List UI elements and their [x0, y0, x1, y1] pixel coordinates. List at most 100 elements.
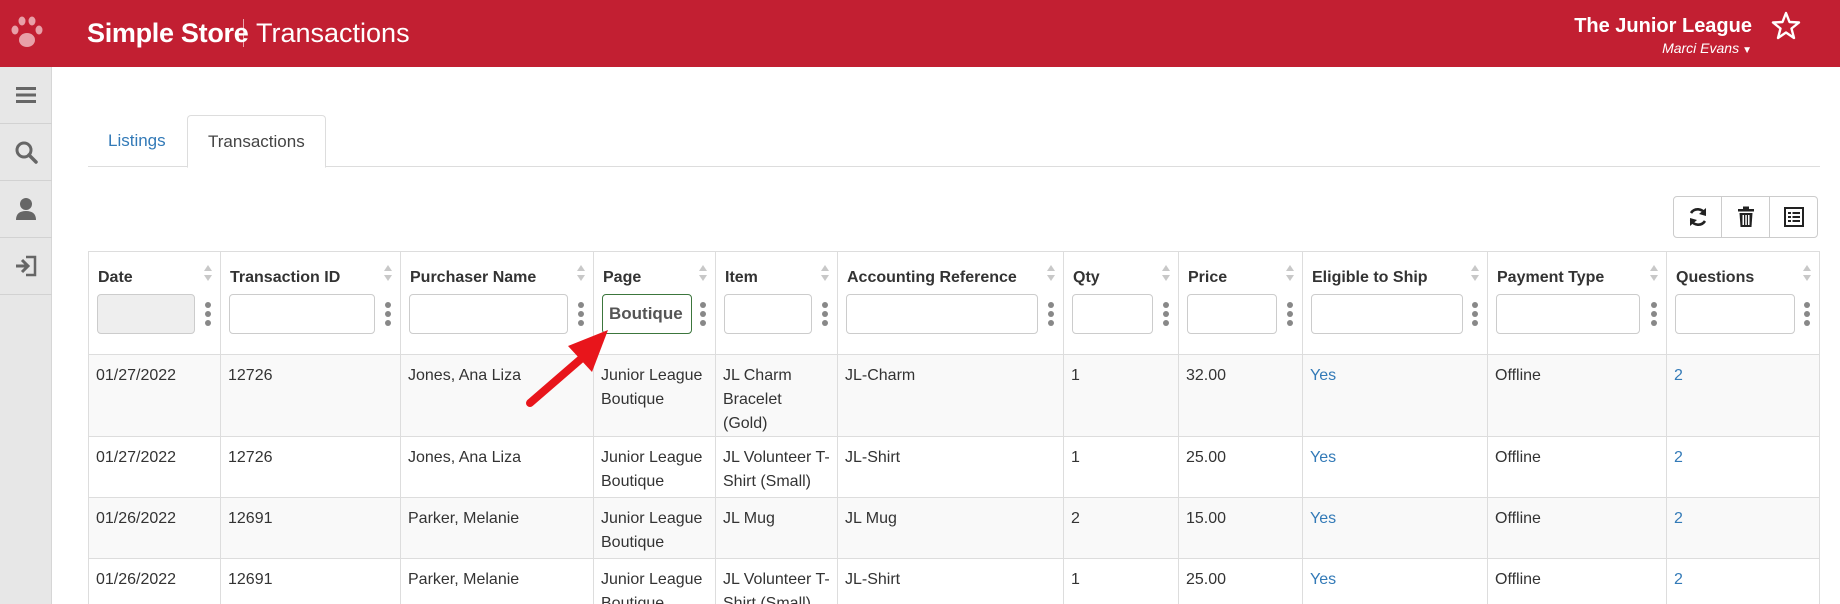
sort-icon[interactable]: [698, 264, 708, 282]
cell-payment-type: Offline: [1487, 354, 1667, 437]
menu-icon: [16, 87, 36, 103]
sort-icon[interactable]: [820, 264, 830, 282]
kebab-menu-icon[interactable]: [1803, 301, 1811, 327]
user-name: Marci Evans: [1662, 40, 1740, 56]
kebab-menu-icon[interactable]: [821, 301, 829, 327]
kebab-menu-icon[interactable]: [384, 301, 392, 327]
sort-icon[interactable]: [1470, 264, 1480, 282]
cell-page: Junior League Boutique: [593, 436, 716, 498]
column-label: Accounting Reference: [847, 269, 1017, 286]
sidebar-item-user[interactable]: [0, 181, 52, 238]
table-row[interactable]: 01/26/2022 12691 Parker, Melanie Junior …: [88, 558, 1820, 604]
kebab-menu-icon[interactable]: [699, 301, 707, 327]
column-header-eligible-to-ship[interactable]: Eligible to Ship: [1302, 251, 1488, 355]
app-name[interactable]: Simple Store: [87, 18, 249, 49]
column-header-accounting-reference[interactable]: Accounting Reference: [837, 251, 1064, 355]
column-header-questions[interactable]: Questions: [1666, 251, 1820, 355]
sort-icon[interactable]: [1802, 264, 1812, 282]
kebab-menu-icon[interactable]: [577, 301, 585, 327]
accounting-reference-filter-input[interactable]: [846, 294, 1038, 334]
kebab-menu-icon[interactable]: [1047, 301, 1055, 327]
qty-filter-input[interactable]: [1072, 294, 1153, 334]
filter-cell: [724, 294, 829, 334]
cell-transaction-id: 12691: [220, 558, 401, 604]
column-header-item[interactable]: Item: [715, 251, 838, 355]
tab-bar: Listings Transactions: [88, 115, 1820, 168]
cell-date: 01/26/2022: [88, 558, 221, 604]
cell-date: 01/26/2022: [88, 497, 221, 559]
paw-icon[interactable]: [10, 14, 44, 50]
user-menu[interactable]: Marci Evans ▼: [1662, 40, 1752, 56]
column-label: Date: [98, 269, 133, 286]
cell-price: 15.00: [1178, 497, 1303, 559]
questions-link[interactable]: 2: [1666, 497, 1820, 559]
payment-type-filter-input[interactable]: [1496, 294, 1640, 334]
page-filter-input[interactable]: Boutique: [602, 294, 692, 334]
cell-page: Junior League Boutique: [593, 354, 716, 437]
filter-cell: [409, 294, 585, 334]
tab-listings[interactable]: Listings: [88, 115, 186, 167]
sidebar-item-search[interactable]: [0, 124, 52, 181]
refresh-button[interactable]: [1673, 196, 1722, 238]
cell-payment-type: Offline: [1487, 558, 1667, 604]
column-label: Transaction ID: [230, 269, 341, 286]
column-label: Item: [725, 269, 758, 286]
filter-cell: [1496, 294, 1658, 334]
eligible-to-ship-link[interactable]: Yes: [1302, 497, 1488, 559]
column-label: Payment Type: [1497, 269, 1605, 286]
brand-divider: [243, 19, 244, 47]
sort-icon[interactable]: [1649, 264, 1659, 282]
column-header-transaction-id[interactable]: Transaction ID: [220, 251, 401, 355]
eligible-to-ship-link[interactable]: Yes: [1302, 354, 1488, 437]
filter-cell: [1072, 294, 1170, 334]
filter-cell: Boutique: [602, 294, 707, 334]
column-header-price[interactable]: Price: [1178, 251, 1303, 355]
column-header-payment-type[interactable]: Payment Type: [1487, 251, 1667, 355]
search-icon: [15, 141, 38, 164]
column-label: Purchaser Name: [410, 269, 537, 286]
item-filter-input[interactable]: [724, 294, 812, 334]
cell-price: 25.00: [1178, 558, 1303, 604]
column-header-page[interactable]: Page Boutique: [593, 251, 716, 355]
cell-payment-type: Offline: [1487, 436, 1667, 498]
sort-icon[interactable]: [1046, 264, 1056, 282]
delete-button[interactable]: [1721, 196, 1770, 238]
sort-icon[interactable]: [576, 264, 586, 282]
questions-link[interactable]: 2: [1666, 558, 1820, 604]
date-filter-input[interactable]: [97, 294, 195, 334]
sort-icon[interactable]: [1285, 264, 1295, 282]
eligible-to-ship-link[interactable]: Yes: [1302, 436, 1488, 498]
sidebar-item-menu[interactable]: [0, 67, 52, 124]
table-row[interactable]: 01/27/2022 12726 Jones, Ana Liza Junior …: [88, 436, 1820, 498]
kebab-menu-icon[interactable]: [204, 301, 212, 327]
export-list-icon: [1783, 207, 1804, 227]
kebab-menu-icon[interactable]: [1286, 301, 1294, 327]
column-header-date[interactable]: Date: [88, 251, 221, 355]
questions-link[interactable]: 2: [1666, 354, 1820, 437]
sort-icon[interactable]: [1161, 264, 1171, 282]
eligible-to-ship-filter-input[interactable]: [1311, 294, 1463, 334]
export-button[interactable]: [1769, 196, 1818, 238]
star-icon[interactable]: [1770, 10, 1802, 42]
kebab-menu-icon[interactable]: [1650, 301, 1658, 327]
questions-filter-input[interactable]: [1675, 294, 1795, 334]
filter-cell: [229, 294, 392, 334]
column-header-qty[interactable]: Qty: [1063, 251, 1179, 355]
column-header-purchaser-name[interactable]: Purchaser Name: [400, 251, 594, 355]
transaction-id-filter-input[interactable]: [229, 294, 375, 334]
kebab-menu-icon[interactable]: [1471, 301, 1479, 327]
tab-transactions[interactable]: Transactions: [187, 115, 326, 168]
sort-icon[interactable]: [203, 264, 213, 282]
eligible-to-ship-link[interactable]: Yes: [1302, 558, 1488, 604]
table-row[interactable]: 01/27/2022 12726 Jones, Ana Liza Junior …: [88, 354, 1820, 437]
cell-item: JL Volunteer T-Shirt (Small): [715, 436, 838, 498]
sort-icon[interactable]: [383, 264, 393, 282]
purchaser-name-filter-input[interactable]: [409, 294, 568, 334]
kebab-menu-icon[interactable]: [1162, 301, 1170, 327]
questions-link[interactable]: 2: [1666, 436, 1820, 498]
filter-cell: [97, 294, 212, 334]
caret-down-icon: ▼: [1742, 45, 1752, 56]
sidebar-item-logout[interactable]: [0, 238, 52, 295]
price-filter-input[interactable]: [1187, 294, 1277, 334]
table-row[interactable]: 01/26/2022 12691 Parker, Melanie Junior …: [88, 497, 1820, 559]
